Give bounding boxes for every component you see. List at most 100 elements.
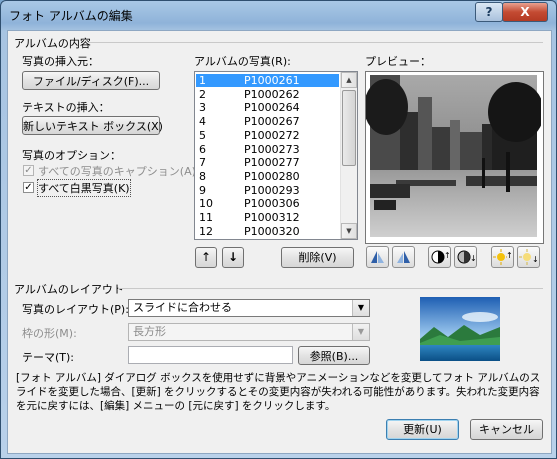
list-item[interactable]: 9 P1000293 bbox=[196, 184, 339, 197]
list-item-number: 9 bbox=[199, 183, 206, 197]
list-item[interactable]: 11 P1000312 bbox=[196, 211, 339, 224]
frame-shape-select[interactable]: 長方形 ▼ bbox=[128, 323, 370, 341]
browse-button[interactable]: 参照(B)... bbox=[298, 346, 370, 365]
list-item[interactable]: 10 P1000306 bbox=[196, 197, 339, 210]
list-item[interactable]: 1 P1000261 bbox=[196, 74, 339, 87]
list-item[interactable]: 12 P1000320 bbox=[196, 225, 339, 238]
contrast-up-button[interactable]: ↑ bbox=[428, 246, 451, 268]
list-item-filename: P1000293 bbox=[244, 183, 300, 197]
list-item-filename: P1000306 bbox=[244, 197, 300, 211]
list-item-number: 1 bbox=[199, 74, 206, 87]
list-item[interactable]: 2 P1000262 bbox=[196, 88, 339, 101]
list-item-number: 3 bbox=[199, 101, 206, 115]
dialog-title: フォト アルバムの編集 bbox=[9, 9, 133, 23]
photo-album-dialog: フォト アルバムの編集 ? X アルバムの内容 写真の挿入元： ファイル/ディス… bbox=[0, 0, 557, 459]
list-item[interactable]: 4 P1000267 bbox=[196, 115, 339, 128]
list-item[interactable]: 5 P1000272 bbox=[196, 129, 339, 142]
captions-checkbox-label: すべての写真のキャプション(A) bbox=[38, 165, 196, 178]
theme-label: テーマ(T): bbox=[22, 351, 75, 364]
picture-layout-value: スライドに合わせる bbox=[133, 301, 232, 314]
brightness-down-icon: ↓ bbox=[519, 249, 539, 265]
cancel-button[interactable]: キャンセル bbox=[470, 419, 543, 440]
list-item-number: 4 bbox=[199, 115, 206, 129]
list-item[interactable]: 6 P1000273 bbox=[196, 143, 339, 156]
warning-text: [フォト アルバム] ダイアログ ボックスを使用せずに背景やアニメーションなどを… bbox=[16, 372, 541, 412]
list-item-filename: P1000320 bbox=[244, 224, 300, 238]
arrow-up-icon: ↑ bbox=[200, 250, 212, 264]
list-item-filename: P1000267 bbox=[244, 115, 300, 129]
bw-checkbox-label: すべて白黒写真(K) bbox=[37, 179, 131, 197]
list-item-number: 5 bbox=[199, 128, 206, 142]
list-item-filename: P1000312 bbox=[244, 211, 300, 224]
album-photos-list[interactable]: 1 P1000261 2 P1000262 3 P1000264 4 P1000267 5 P10… bbox=[194, 71, 358, 240]
delete-button[interactable]: 削除(V) bbox=[281, 247, 354, 268]
theme-input[interactable] bbox=[128, 346, 293, 364]
dropdown-arrow-icon[interactable]: ▼ bbox=[352, 300, 369, 316]
insert-photo-label: 写真の挿入元： bbox=[22, 55, 99, 68]
list-item-number: 8 bbox=[199, 169, 206, 183]
list-item-filename: P1000277 bbox=[244, 156, 300, 170]
contrast-down-button[interactable]: ↓ bbox=[454, 246, 477, 268]
rotate-right-icon bbox=[397, 251, 410, 263]
group-divider bbox=[118, 288, 543, 289]
brightness-up-icon: ↑ bbox=[493, 249, 513, 265]
frame-shape-value: 長方形 bbox=[133, 325, 166, 338]
list-item-number: 2 bbox=[199, 87, 206, 101]
scroll-down-icon[interactable]: ▼ bbox=[341, 223, 357, 239]
contrast-down-icon: ↓ bbox=[457, 250, 477, 264]
rotate-left-icon bbox=[371, 251, 384, 263]
bw-checkbox[interactable]: ✓ bbox=[23, 182, 34, 193]
photo-options-label: 写真のオプション： bbox=[22, 149, 121, 162]
svg-text:↓: ↓ bbox=[532, 255, 539, 264]
arrow-down-icon: ↓ bbox=[227, 250, 239, 264]
rotate-right-button[interactable] bbox=[392, 246, 415, 268]
picture-layout-select[interactable]: スライドに合わせる ▼ bbox=[128, 299, 370, 317]
insert-text-label: テキストの挿入： bbox=[22, 101, 110, 114]
rotate-left-button[interactable] bbox=[366, 246, 389, 268]
scroll-up-icon[interactable]: ▲ bbox=[341, 72, 357, 88]
list-item-filename: P1000261 bbox=[244, 74, 300, 87]
svg-text:↑: ↑ bbox=[444, 251, 450, 260]
contrast-up-icon: ↑ bbox=[431, 250, 451, 264]
captions-checkbox[interactable]: ✓ bbox=[23, 165, 34, 176]
album-content-group-title: アルバムの内容 bbox=[14, 37, 91, 50]
list-item-filename: P1000280 bbox=[244, 169, 300, 183]
list-item-number: 7 bbox=[199, 156, 206, 170]
preview-frame bbox=[364, 71, 544, 244]
preview-image bbox=[364, 75, 544, 237]
scroll-thumb[interactable] bbox=[342, 90, 356, 166]
list-item[interactable]: 3 P1000264 bbox=[196, 101, 339, 114]
brightness-up-button[interactable]: ↑ bbox=[491, 246, 514, 268]
preview-label: プレビュー： bbox=[365, 55, 431, 68]
list-item-number: 11 bbox=[199, 211, 213, 224]
move-down-button[interactable]: ↓ bbox=[222, 247, 244, 268]
brightness-down-button[interactable]: ↓ bbox=[517, 246, 540, 268]
group-divider bbox=[88, 42, 543, 43]
list-item-filename: P1000273 bbox=[244, 142, 300, 156]
help-button[interactable]: ? bbox=[475, 2, 503, 22]
list-item[interactable]: 7 P1000277 bbox=[196, 156, 339, 169]
svg-text:↓: ↓ bbox=[470, 254, 476, 263]
frame-shape-label: 枠の形(M): bbox=[22, 327, 77, 340]
album-photos-label: アルバムの写真(R): bbox=[194, 55, 291, 68]
dialog-body: アルバムの内容 写真の挿入元： ファイル/ディスク(F)... テキストの挿入：… bbox=[7, 30, 552, 454]
close-button[interactable]: X bbox=[502, 2, 548, 22]
new-textbox-button[interactable]: 新しいテキスト ボックス(X) bbox=[22, 116, 163, 135]
file-disk-button[interactable]: ファイル/ディスク(F)... bbox=[22, 71, 160, 90]
move-up-button[interactable]: ↑ bbox=[195, 247, 217, 268]
list-item-filename: P1000262 bbox=[244, 87, 300, 101]
list-item-number: 12 bbox=[199, 224, 213, 238]
list-item-number: 10 bbox=[199, 197, 213, 211]
update-button[interactable]: 更新(U) bbox=[386, 419, 459, 440]
picture-layout-label: 写真のレイアウト(P): bbox=[22, 303, 129, 316]
dropdown-arrow-icon[interactable]: ▼ bbox=[352, 324, 369, 340]
layout-thumbnail bbox=[420, 297, 500, 361]
svg-text:↑: ↑ bbox=[506, 251, 513, 260]
list-item-filename: P1000264 bbox=[244, 101, 300, 115]
list-item-filename: P1000272 bbox=[244, 128, 300, 142]
title-bar[interactable]: フォト アルバムの編集 ? X bbox=[1, 1, 556, 29]
list-item-number: 6 bbox=[199, 142, 206, 156]
list-item[interactable]: 8 P1000280 bbox=[196, 170, 339, 183]
list-scrollbar[interactable]: ▲ ▼ bbox=[340, 72, 357, 239]
album-layout-group-title: アルバムのレイアウト bbox=[14, 283, 124, 296]
